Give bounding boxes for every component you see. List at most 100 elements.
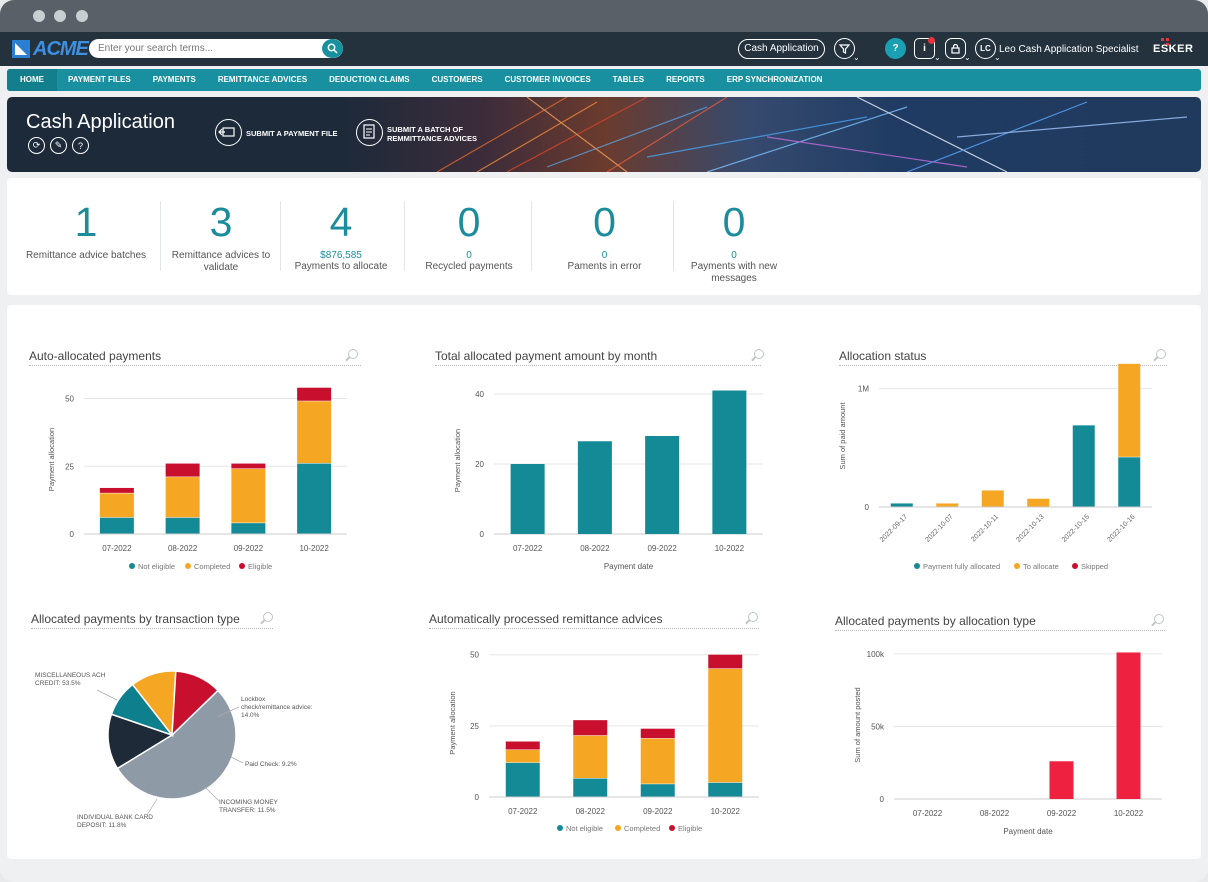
submit-remittance-batch-button[interactable]: SUBMIT A BATCH OF REMMITTANCE ADVICES: [387, 125, 477, 143]
chart-bar: [573, 720, 608, 736]
chart-bar: [1118, 457, 1141, 507]
action-label-line: SUBMIT A BATCH OF: [387, 125, 463, 134]
kpi-value: 4: [329, 199, 353, 245]
pie-label-leader: [146, 798, 158, 816]
banner-background-image: [436, 97, 1188, 172]
chart-bar: [505, 741, 540, 750]
x-tick-label: 07-2022: [102, 544, 132, 553]
help-icon[interactable]: ?: [885, 38, 906, 59]
chevron-down-icon[interactable]: ⌄: [964, 53, 971, 62]
legend-marker: [129, 563, 135, 569]
legend-marker: [615, 825, 621, 831]
search-icon: [327, 43, 338, 54]
x-tick-label: 2022-10-11: [970, 513, 1000, 543]
chart-bar: [708, 668, 743, 783]
kpi-label: Paments in error: [567, 261, 642, 272]
nav-item-erp-synchronization[interactable]: ERP SYNCHRONIZATION: [716, 69, 834, 91]
acme-logo[interactable]: ACME: [12, 38, 89, 60]
pie-label: DEPOSIT: 11.8%: [77, 822, 127, 829]
notification-badge: [928, 37, 935, 44]
y-tick-label: 100k: [867, 650, 885, 659]
y-tick-label: 50: [470, 651, 479, 660]
remittance-batch-icon[interactable]: [356, 119, 383, 146]
kpi-remittance-batches[interactable]: 1 Remittance advice batches: [21, 178, 151, 262]
user-name[interactable]: Leo Cash Application Specialist: [999, 44, 1139, 55]
y-axis-label: Sum of paid amount: [838, 402, 847, 470]
help-icon[interactable]: ?: [72, 137, 89, 154]
lock-icon[interactable]: [945, 38, 966, 59]
browser-window: ACME Cash Application ⌄ ? i ⌄ ⌄ LC ⌄ Leo…: [0, 0, 1208, 882]
chart-bar: [640, 784, 675, 797]
nav-item-reports[interactable]: REPORTS: [655, 69, 716, 91]
kpi-value: 1: [74, 199, 98, 245]
submit-payment-file-button[interactable]: SUBMIT A PAYMENT FILE: [246, 129, 338, 138]
nav-item-customers[interactable]: CUSTOMERS: [421, 69, 494, 91]
legend-marker: [914, 563, 920, 569]
legend-label: Completed: [194, 562, 230, 571]
nav-item-home[interactable]: HOME: [7, 69, 57, 91]
nav-item-payments[interactable]: PAYMENTS: [142, 69, 207, 91]
kpi-value: 0: [593, 199, 616, 245]
kpi-value: 3: [209, 199, 233, 245]
y-axis-label: Sum of amount posted: [853, 687, 862, 762]
pie-label: Lockbox: [241, 696, 266, 703]
legend-marker: [239, 563, 245, 569]
filter-icon[interactable]: [834, 38, 855, 59]
chart-bar: [712, 390, 747, 534]
y-tick-label: 1M: [858, 385, 869, 394]
legend-label: Skipped: [1081, 562, 1108, 571]
window-dot[interactable]: [33, 10, 45, 22]
kpi-value: 0: [457, 199, 481, 245]
window-dot[interactable]: [54, 10, 66, 22]
kpi-payments-to-allocate[interactable]: 4 $876,585 Payments to allocate: [286, 178, 396, 273]
pie-label-leader: [96, 689, 118, 701]
chart-bar: [573, 778, 608, 797]
kpi-payments-new-messages[interactable]: 0 0 Payments with new messages: [679, 178, 789, 285]
nav-item-payment-files[interactable]: PAYMENT FILES: [57, 69, 142, 91]
pie-label: check/remittance advice:: [241, 704, 313, 711]
pie-label: Paid Check: 9.2%: [245, 761, 297, 768]
payment-file-icon[interactable]: [215, 119, 242, 146]
kpi-amount: 0: [601, 250, 608, 261]
kpi-remittance-to-validate[interactable]: 3 Remittance advices to validate: [166, 178, 276, 274]
x-tick-label: 08-2022: [580, 544, 610, 553]
nav-item-remittance-advices[interactable]: REMITTANCE ADVICES: [207, 69, 318, 91]
nav-item-tables[interactable]: TABLES: [602, 69, 655, 91]
nav-item-customer-invoices[interactable]: CUSTOMER INVOICES: [494, 69, 602, 91]
legend-label: Completed: [624, 824, 660, 833]
x-tick-label: 07-2022: [913, 809, 943, 818]
x-tick-label: 08-2022: [980, 809, 1010, 818]
chart-bar: [1049, 761, 1074, 799]
legend-label: Not eligible: [566, 824, 603, 833]
y-tick-label: 50: [65, 395, 74, 404]
x-tick-label: 10-2022: [1114, 809, 1144, 818]
chart-bar: [573, 735, 608, 778]
kpi-label: Remittance advices to: [171, 250, 271, 261]
cash-application-button[interactable]: Cash Application: [738, 39, 825, 59]
y-tick-label: 25: [470, 722, 479, 731]
divider: [404, 201, 405, 271]
kpi-amount: 0: [466, 250, 472, 261]
kpi-recycled-payments[interactable]: 0 0 Recycled payments: [410, 178, 528, 273]
pie-label: TRANSFER: 11.5%: [219, 807, 276, 814]
y-tick-label: 20: [475, 460, 484, 469]
kpi-value: 0: [722, 199, 746, 245]
chevron-down-icon[interactable]: ⌄: [934, 53, 941, 62]
charts-canvas: 0 25 50 07-2022 08-2022 09-2022 10-2022 Payment…: [35, 363, 1162, 836]
search-button[interactable]: [322, 39, 343, 58]
kpi-payments-in-error[interactable]: 0 0 Paments in error: [537, 178, 672, 273]
y-tick-label: 40: [475, 390, 484, 399]
edit-icon[interactable]: ✎: [50, 137, 67, 154]
search-input[interactable]: [98, 43, 318, 54]
refresh-icon[interactable]: ⟳: [28, 137, 45, 154]
user-avatar[interactable]: LC: [975, 38, 996, 59]
window-dot[interactable]: [76, 10, 88, 22]
chevron-down-icon[interactable]: ⌄: [853, 53, 860, 62]
action-label-line: REMMITTANCE ADVICES: [387, 134, 477, 143]
kpi-label: Payments to allocate: [294, 261, 388, 272]
x-tick-label: 09-2022: [643, 807, 673, 816]
legend-marker: [1014, 563, 1020, 569]
nav-item-deduction-claims[interactable]: DEDUCTION CLAIMS: [318, 69, 420, 91]
pie-label: INDIVIDUAL BANK CARD: [77, 814, 153, 821]
chart-bar: [1118, 363, 1141, 457]
